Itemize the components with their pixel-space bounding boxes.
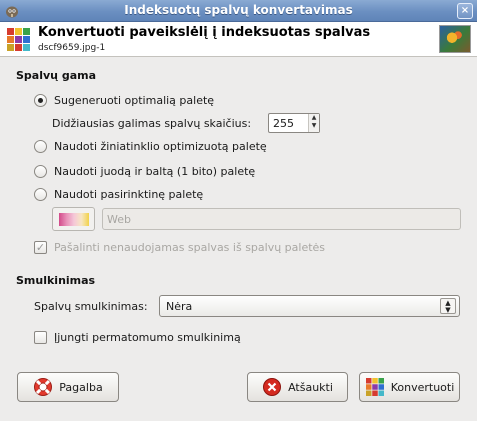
radio-button[interactable] xyxy=(34,187,47,201)
radio-label: Sugeneruoti optimalią paletę xyxy=(54,93,215,107)
chevron-updown-icon[interactable]: ▲ ▼ xyxy=(440,298,456,314)
radio-custom-palette[interactable]: Naudoti pasirinktinę paletę xyxy=(34,186,203,202)
cancel-button[interactable]: Atšaukti xyxy=(247,372,348,402)
radio-optimal-palette[interactable]: Sugeneruoti optimalią paletę xyxy=(34,92,214,108)
custom-palette-field[interactable]: Web xyxy=(102,208,461,230)
help-button[interactable]: Pagalba xyxy=(17,372,119,402)
radio-bw-palette[interactable]: Naudoti juodą ir baltą (1 bito) paletę xyxy=(34,163,255,179)
radio-button[interactable] xyxy=(34,139,47,153)
dithering-section-label: Smulkinimas xyxy=(16,274,96,287)
palette-swatch-icon xyxy=(59,213,89,226)
cancel-button-label: Atšaukti xyxy=(288,380,333,394)
convert-button-label: Konvertuoti xyxy=(390,380,455,394)
radio-web-palette[interactable]: Naudoti žiniatinklio optimizuotą paletę xyxy=(34,138,267,154)
transparency-dither-row[interactable]: Įjungti permatomumo smulkinimą xyxy=(34,329,241,345)
close-button[interactable]: × xyxy=(457,3,473,19)
radio-button[interactable] xyxy=(34,93,47,107)
radio-label: Naudoti žiniatinklio optimizuotą paletę xyxy=(54,139,267,153)
max-colors-value[interactable]: 255 xyxy=(273,117,294,130)
color-dither-label: Spalvų smulkinimas: xyxy=(34,300,148,313)
chevron-up-icon[interactable]: ▲ xyxy=(309,114,319,122)
max-colors-spinner[interactable]: 255 ▲ ▼ xyxy=(268,113,320,133)
colormap-section-label: Spalvų gama xyxy=(16,69,97,82)
spinner-arrows[interactable]: ▲ ▼ xyxy=(308,114,319,132)
radio-label: Naudoti juodą ir baltą (1 bito) paletę xyxy=(54,164,256,178)
lifebuoy-icon xyxy=(34,378,53,396)
color-dither-select[interactable]: Nėra ▲ ▼ xyxy=(159,295,460,317)
remove-unused-label: Pašalinti nenaudojamas spalvas iš spalvų… xyxy=(54,240,326,254)
header-title: Konvertuoti paveikslėlį į indeksuotas sp… xyxy=(38,25,371,40)
transparency-dither-checkbox[interactable] xyxy=(34,330,47,344)
chevron-down-icon[interactable]: ▼ xyxy=(309,122,319,130)
convert-indexed-icon xyxy=(365,378,384,396)
cancel-icon xyxy=(263,378,282,396)
convert-button[interactable]: Konvertuoti xyxy=(359,372,460,402)
radio-button[interactable] xyxy=(34,164,47,178)
window-title: Indeksuotų spalvų konvertavimas xyxy=(124,3,353,17)
palette-select-button[interactable] xyxy=(52,207,95,231)
color-dither-value[interactable]: Nėra xyxy=(166,300,192,313)
header-subtitle: dscf9659.jpg-1 xyxy=(38,43,106,53)
help-button-label: Pagalba xyxy=(59,380,103,394)
remove-unused-checkbox[interactable]: ✓ xyxy=(34,240,47,254)
max-colors-label: Didžiausias galimas spalvų skaičius: xyxy=(52,117,252,130)
radio-label: Naudoti pasirinktinę paletę xyxy=(54,187,204,201)
window-titlebar: Indeksuotų spalvų konvertavimas × xyxy=(0,0,477,22)
transparency-dither-label: Įjungti permatomumo smulkinimą xyxy=(54,330,241,344)
image-thumbnail xyxy=(439,25,471,53)
dialog-header: Konvertuoti paveikslėlį į indeksuotas sp… xyxy=(0,22,477,57)
remove-unused-checkbox-row[interactable]: ✓ Pašalinti nenaudojamas spalvas iš spal… xyxy=(34,239,325,255)
convert-indexed-icon xyxy=(7,28,30,51)
